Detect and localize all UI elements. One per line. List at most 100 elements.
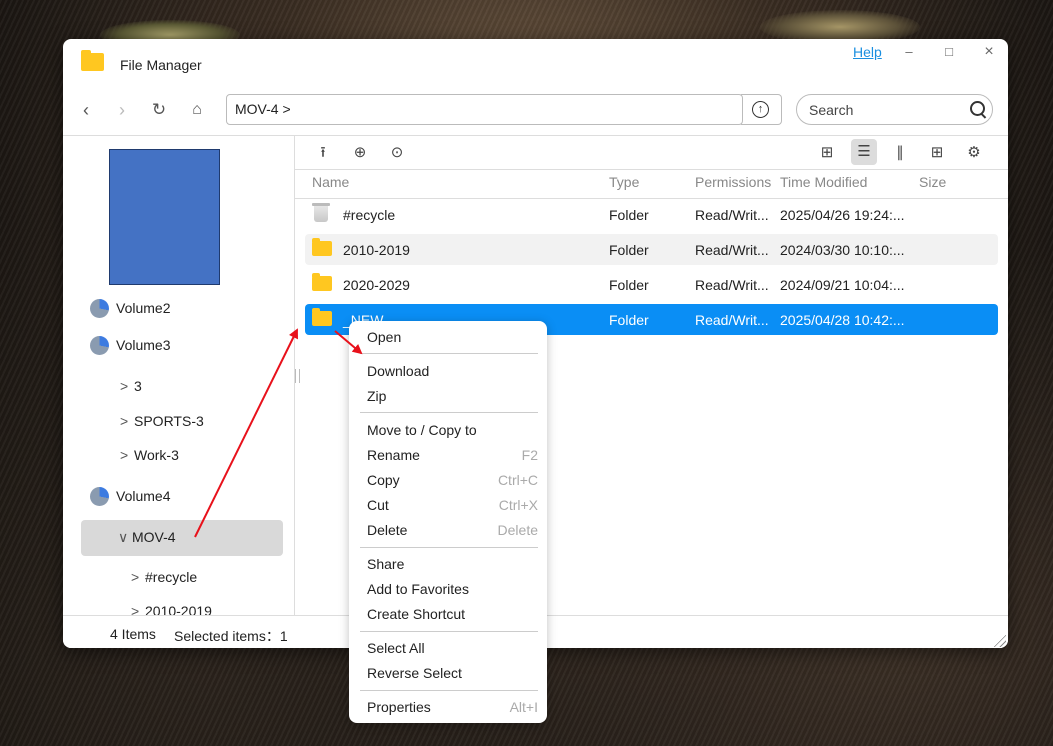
forward-arrow-icon[interactable]: › bbox=[111, 99, 133, 121]
file-type: Folder bbox=[609, 242, 649, 258]
file-toolbar: ⭱ ⊕ ⊙ ⊞ ☰ ∥ ⊞ ⚙ bbox=[295, 136, 1008, 170]
menu-item-properties[interactable]: Properties Alt+I bbox=[349, 696, 547, 718]
column-header-type[interactable]: Type bbox=[609, 174, 639, 190]
table-row[interactable]: 2010-2019 Folder Read/Writ... 2024/03/30… bbox=[305, 234, 998, 265]
file-modified: 2025/04/28 10:42:... bbox=[780, 312, 905, 328]
menu-item-create-shortcut[interactable]: Create Shortcut bbox=[349, 603, 547, 625]
file-permissions: Read/Writ... bbox=[695, 312, 769, 328]
tree-item-recycle[interactable]: > #recycle bbox=[131, 569, 197, 591]
arrow-up-circle-icon: ↑ bbox=[752, 101, 769, 118]
column-view-icon[interactable]: ∥ bbox=[889, 142, 911, 164]
help-link[interactable]: Help bbox=[853, 44, 882, 60]
volume-pie-icon bbox=[90, 487, 109, 506]
refresh-icon[interactable]: ↻ bbox=[148, 99, 170, 121]
address-bar[interactable]: MOV-4 > bbox=[226, 94, 743, 125]
tree-item-mov-4[interactable]: ∨ MOV-4 bbox=[118, 529, 176, 551]
menu-item-label: Create Shortcut bbox=[367, 606, 466, 622]
add-circle-icon[interactable]: ⊕ bbox=[349, 142, 371, 164]
menu-item-rename[interactable]: Rename F2 bbox=[349, 444, 547, 466]
settings-gear-icon[interactable]: ⚙ bbox=[963, 142, 985, 164]
menu-item-label: Move to / Copy to bbox=[367, 422, 477, 438]
maximize-button[interactable]: □ bbox=[937, 43, 961, 61]
volume-label: Volume3 bbox=[116, 337, 171, 353]
file-modified: 2025/04/26 19:24:... bbox=[780, 207, 905, 223]
folder-app-icon bbox=[81, 50, 104, 71]
tree-item-2010-2019[interactable]: >2010-2019 bbox=[131, 603, 212, 615]
menu-divider bbox=[360, 631, 538, 632]
title-bar: File Manager Help – □ × bbox=[63, 39, 1008, 89]
item-count: 4 Items bbox=[110, 626, 156, 642]
menu-item-download[interactable]: Download bbox=[349, 360, 547, 382]
menu-item-label: Share bbox=[367, 556, 405, 572]
sidebar: Volume2 Volume3 >3 > SPORTS-3 > Work-3 Vol… bbox=[63, 136, 295, 615]
search-icon[interactable] bbox=[970, 101, 985, 116]
menu-item-label: Reverse Select bbox=[367, 665, 462, 681]
context-menu: Open Download Zip Move to / Copy to Rena… bbox=[349, 321, 547, 723]
menu-item-open[interactable]: Open bbox=[349, 326, 547, 348]
tree-item-label: SPORTS-3 bbox=[134, 413, 204, 429]
upload-icon[interactable]: ⭱ bbox=[312, 142, 334, 164]
tree-item-sports-3[interactable]: > SPORTS-3 bbox=[120, 413, 204, 435]
file-name: 2010-2019 bbox=[343, 242, 410, 258]
home-icon[interactable]: ⌂ bbox=[186, 99, 208, 121]
menu-divider bbox=[360, 690, 538, 691]
menu-item-label: Select All bbox=[367, 640, 425, 656]
chevron-down-icon: ∨ bbox=[118, 529, 129, 545]
menu-item-label: Properties bbox=[367, 699, 431, 715]
back-arrow-icon[interactable]: ‹ bbox=[75, 99, 97, 121]
menu-item-share[interactable]: Share bbox=[349, 553, 547, 575]
list-view-icon[interactable]: ☰ bbox=[851, 139, 877, 165]
menu-item-label: Rename bbox=[367, 447, 420, 463]
volume-pie-icon bbox=[90, 299, 109, 318]
table-row[interactable]: #recycle Folder Read/Writ... 2025/04/26 … bbox=[305, 199, 998, 230]
volume-pie-icon bbox=[90, 336, 109, 355]
file-permissions: Read/Writ... bbox=[695, 242, 769, 258]
search-box[interactable] bbox=[796, 94, 993, 125]
search-input[interactable] bbox=[807, 99, 961, 121]
folder-icon bbox=[312, 238, 332, 256]
menu-item-shortcut: F2 bbox=[521, 447, 538, 463]
menu-divider bbox=[360, 547, 538, 548]
resize-grip-icon[interactable] bbox=[992, 633, 1006, 647]
folder-icon bbox=[312, 308, 332, 326]
thumbnail-preview bbox=[109, 149, 220, 285]
grid-view-icon[interactable]: ⊞ bbox=[816, 142, 838, 164]
column-header-name[interactable]: Name bbox=[312, 174, 349, 190]
volume-label: Volume2 bbox=[116, 300, 171, 316]
menu-item-shortcut: Delete bbox=[497, 522, 538, 538]
column-header-permissions[interactable]: Permissions bbox=[695, 174, 771, 190]
minimize-button[interactable]: – bbox=[897, 43, 921, 61]
file-modified: 2024/03/30 10:10:... bbox=[780, 242, 905, 258]
column-header-time-modified[interactable]: Time Modified bbox=[780, 174, 867, 190]
column-header-size[interactable]: Size bbox=[919, 174, 946, 190]
menu-item-reverse-select[interactable]: Reverse Select bbox=[349, 662, 547, 684]
menu-item-shortcut: Alt+I bbox=[509, 699, 538, 715]
chevron-right-icon: > bbox=[131, 569, 140, 585]
menu-item-zip[interactable]: Zip bbox=[349, 385, 547, 407]
address-path: MOV-4 > bbox=[235, 101, 291, 117]
folder-icon bbox=[312, 273, 332, 291]
menu-divider bbox=[360, 353, 538, 354]
menu-item-add-to-favorites[interactable]: Add to Favorites bbox=[349, 578, 547, 600]
close-button[interactable]: × bbox=[977, 43, 1001, 61]
chevron-right-icon: > bbox=[120, 413, 129, 429]
menu-item-move-copy[interactable]: Move to / Copy to bbox=[349, 419, 547, 441]
menu-item-label: Delete bbox=[367, 522, 408, 538]
more-options-icon[interactable]: ⊙ bbox=[386, 142, 408, 164]
tree-item-label: #recycle bbox=[145, 569, 198, 585]
go-up-button[interactable]: ↑ bbox=[741, 94, 782, 125]
menu-item-shortcut: Ctrl+X bbox=[498, 497, 538, 513]
tree-item-work-3[interactable]: > Work-3 bbox=[120, 447, 179, 469]
table-row[interactable]: 2020-2029 Folder Read/Writ... 2024/09/21… bbox=[305, 269, 998, 300]
menu-item-delete[interactable]: Delete Delete bbox=[349, 519, 547, 541]
tree-item-label: MOV-4 bbox=[132, 529, 176, 545]
file-name: 2020-2029 bbox=[343, 277, 410, 293]
menu-item-select-all[interactable]: Select All bbox=[349, 637, 547, 659]
tree-item-3[interactable]: >3 bbox=[120, 378, 142, 400]
chevron-right-icon: > bbox=[131, 603, 140, 615]
new-item-icon[interactable]: ⊞ bbox=[926, 142, 948, 164]
menu-item-cut[interactable]: Cut Ctrl+X bbox=[349, 494, 547, 516]
menu-item-copy[interactable]: Copy Ctrl+C bbox=[349, 469, 547, 491]
file-permissions: Read/Writ... bbox=[695, 207, 769, 223]
recycle-bin-icon bbox=[312, 203, 330, 222]
